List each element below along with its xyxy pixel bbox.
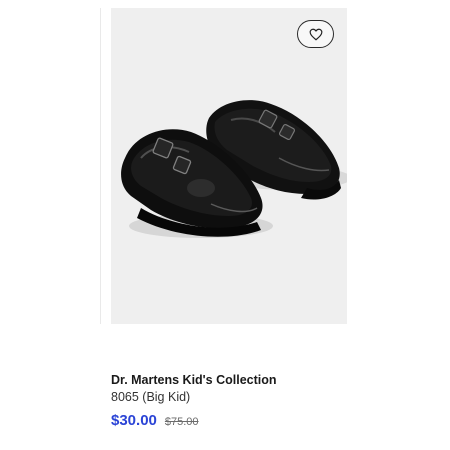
favorite-button[interactable] <box>297 20 334 48</box>
product-info: Dr. Martens Kid's Collection 8065 (Big K… <box>111 372 411 429</box>
product-model[interactable]: 8065 (Big Kid) <box>111 389 411 405</box>
product-brand[interactable]: Dr. Martens Kid's Collection <box>111 372 411 388</box>
sale-price: $30.00 <box>111 412 157 429</box>
price-row: $30.00 $75.00 <box>111 412 411 429</box>
divider <box>100 8 101 324</box>
shoes-illustration <box>121 100 347 238</box>
product-card-page: Dr. Martens Kid's Collection 8065 (Big K… <box>0 0 450 450</box>
heart-outline-icon <box>309 28 322 40</box>
original-price: $75.00 <box>164 416 199 428</box>
product-image[interactable] <box>111 8 347 324</box>
